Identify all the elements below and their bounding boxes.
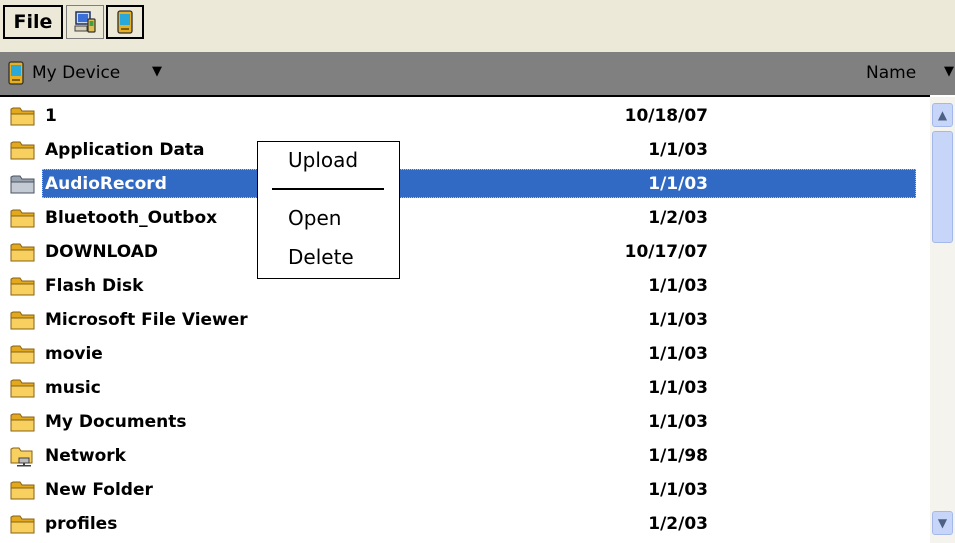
- file-date: 1/1/03: [648, 480, 708, 500]
- file-date: 1/1/03: [648, 378, 708, 398]
- file-date: 1/1/03: [648, 140, 708, 160]
- pda-icon: [117, 10, 133, 34]
- list-item[interactable]: movie 1/1/03: [0, 337, 930, 371]
- file-date: 10/18/07: [624, 106, 708, 126]
- folder-icon: [10, 479, 36, 501]
- list-item[interactable]: Network 1/1/98: [0, 439, 930, 473]
- folder-icon: [10, 275, 36, 297]
- location-bar: My Device ▼ Name ▼: [0, 52, 955, 95]
- context-menu: Upload Open Delete: [257, 141, 400, 279]
- scroll-up-button[interactable]: ▲: [932, 103, 953, 127]
- file-date: 1/1/03: [648, 174, 708, 194]
- menu-bar: File: [0, 0, 955, 52]
- folder-icon: [10, 377, 36, 399]
- file-name: Flash Disk: [45, 276, 144, 296]
- list-item[interactable]: DOWNLOAD 10/17/07: [0, 235, 930, 269]
- file-name: AudioRecord: [45, 174, 167, 194]
- chevron-down-icon[interactable]: ▼: [944, 64, 954, 79]
- file-name: music: [45, 378, 101, 398]
- scroll-down-button[interactable]: ▼: [932, 511, 953, 535]
- location-dropdown[interactable]: My Device: [32, 63, 120, 83]
- list-item[interactable]: 1 10/18/07: [0, 99, 930, 133]
- list-item[interactable]: music 1/1/03: [0, 371, 930, 405]
- menu-separator: [272, 188, 384, 190]
- file-date: 1/1/98: [648, 446, 708, 466]
- chevron-up-icon: ▲: [937, 108, 948, 122]
- mobile-device-button[interactable]: [106, 5, 144, 39]
- my-computer-button[interactable]: [66, 5, 104, 39]
- file-menu-button[interactable]: File: [3, 5, 63, 39]
- file-name: Microsoft File Viewer: [45, 310, 248, 330]
- folder-icon: [10, 173, 36, 195]
- file-name: Network: [45, 446, 126, 466]
- file-date: 1/1/03: [648, 344, 708, 364]
- menu-item-upload[interactable]: Upload: [288, 148, 358, 172]
- sort-dropdown[interactable]: Name: [866, 63, 916, 83]
- file-date: 1/1/03: [648, 310, 708, 330]
- menu-item-delete[interactable]: Delete: [288, 245, 354, 269]
- file-date: 1/2/03: [648, 208, 708, 228]
- list-item[interactable]: AudioRecord 1/1/03: [0, 167, 930, 201]
- selection-highlight: [42, 169, 916, 198]
- file-name: Application Data: [45, 140, 205, 160]
- file-name: My Documents: [45, 412, 187, 432]
- file-name: profiles: [45, 514, 118, 534]
- list-item[interactable]: profiles 1/2/03: [0, 507, 930, 541]
- menu-item-open[interactable]: Open: [288, 206, 341, 230]
- folder-icon: [10, 513, 36, 535]
- folder-icon: [10, 343, 36, 365]
- folder-icon: [10, 241, 36, 263]
- file-name: movie: [45, 344, 103, 364]
- pda-icon: [8, 61, 24, 85]
- list-item[interactable]: Microsoft File Viewer 1/1/03: [0, 303, 930, 337]
- list-item[interactable]: Flash Disk 1/1/03: [0, 269, 930, 303]
- scroll-thumb[interactable]: [932, 131, 953, 243]
- chevron-down-icon[interactable]: ▼: [152, 64, 162, 79]
- file-name: 1: [45, 106, 57, 126]
- list-item[interactable]: Bluetooth_Outbox 1/2/03: [0, 201, 930, 235]
- file-name: Bluetooth_Outbox: [45, 208, 218, 228]
- folder-icon: [10, 139, 36, 161]
- folder-icon: [10, 309, 36, 331]
- file-date: 10/17/07: [624, 242, 708, 262]
- folder-icon: [10, 411, 36, 433]
- file-name: DOWNLOAD: [45, 242, 159, 262]
- file-list: 1 10/18/07 Application Data 1/1/03 AudioReco…: [0, 95, 930, 543]
- file-date: 1/2/03: [648, 514, 708, 534]
- computer-device-icon: [74, 11, 96, 33]
- vertical-scrollbar[interactable]: ▲ ▼: [930, 97, 955, 543]
- list-item[interactable]: New Folder 1/1/03: [0, 473, 930, 507]
- list-item[interactable]: My Documents 1/1/03: [0, 405, 930, 439]
- file-date: 1/1/03: [648, 276, 708, 296]
- chevron-down-icon: ▼: [937, 516, 948, 530]
- network-folder-icon: [10, 445, 36, 467]
- file-name: New Folder: [45, 480, 153, 500]
- list-item[interactable]: Application Data 1/1/03: [0, 133, 930, 167]
- file-date: 1/1/03: [648, 412, 708, 432]
- folder-icon: [10, 105, 36, 127]
- folder-icon: [10, 207, 36, 229]
